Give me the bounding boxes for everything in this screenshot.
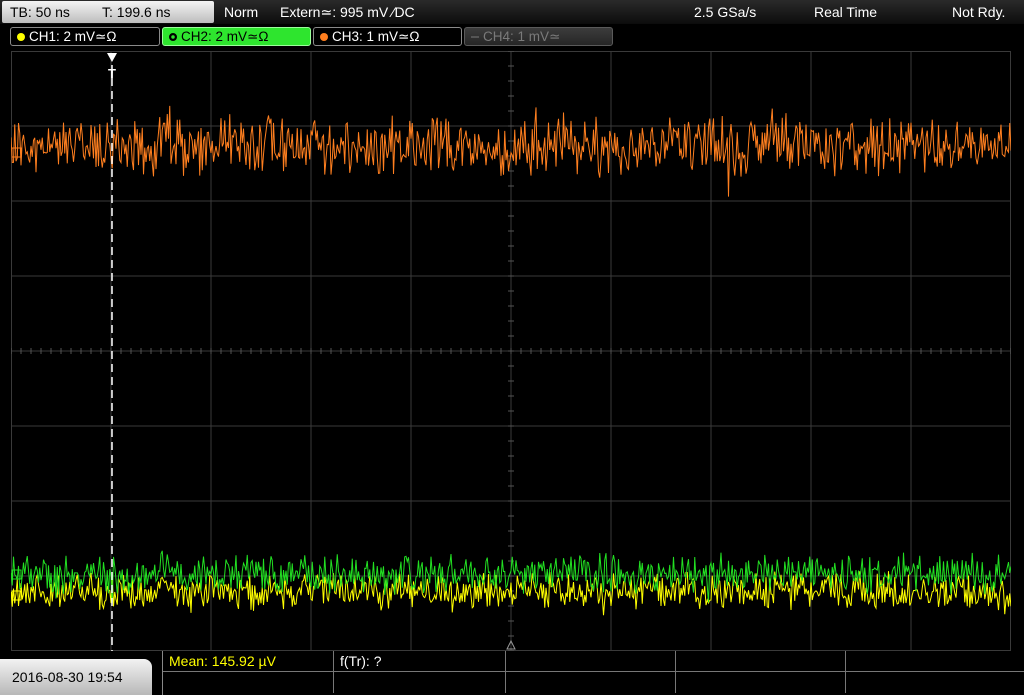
date-time[interactable]: 2016-08-30 19:54 <box>0 659 152 695</box>
measurement-cell-empty[interactable] <box>676 672 846 693</box>
measurement-cell-empty[interactable] <box>163 672 334 693</box>
sample-rate[interactable]: 2.5 GSa/s <box>694 0 756 24</box>
waveform-canvas[interactable]: T <box>11 51 1011 651</box>
measurement-mean[interactable]: Mean: 145.92 µV <box>163 651 334 672</box>
ch3-label: CH3: 1 mV≃Ω <box>332 29 420 44</box>
timebase-label: TB: 50 ns <box>10 4 70 20</box>
measurement-cell-empty[interactable] <box>846 651 1024 672</box>
timebase-box[interactable]: TB: 50 ns T: 199.6 ns <box>2 1 214 23</box>
measurement-cell-empty[interactable] <box>506 672 676 693</box>
measurement-cell-empty[interactable] <box>846 672 1024 693</box>
trigger-source[interactable]: Extern≃: 995 mV ∕DC <box>280 0 415 24</box>
channel-tab-ch2[interactable]: CH2: 2 mV≃Ω <box>162 27 311 46</box>
channel-tab-ch1[interactable]: CH1: 2 mV≃Ω <box>10 27 160 46</box>
trigger-time-label: T: 199.6 ns <box>102 4 171 20</box>
trigger-arrow-icon[interactable] <box>107 53 117 62</box>
status-bar: TB: 50 ns T: 199.6 ns Norm Extern≃: 995 … <box>0 0 1024 24</box>
measurement-cell-empty[interactable] <box>334 672 506 693</box>
ch3-color-dot-icon <box>320 33 328 41</box>
channel-tab-ch3[interactable]: CH3: 1 mV≃Ω <box>313 27 462 46</box>
ch1-color-dot-icon <box>17 33 25 41</box>
channel-tab-ch4[interactable]: CH4: 1 mV≃ <box>464 27 613 46</box>
ch2-color-dot-icon <box>169 33 177 41</box>
ch4-label: CH4: 1 mV≃ <box>483 29 561 44</box>
waveform-display[interactable]: T <box>11 51 1011 651</box>
acquisition-status: Not Rdy. <box>952 4 1006 20</box>
bottom-bar: 2016-08-30 19:54 Mean: 145.92 µV f(Tr): … <box>0 651 1024 695</box>
trigger-marker-label: T <box>108 66 116 81</box>
ch1-label: CH1: 2 mV≃Ω <box>29 29 117 44</box>
ch4-color-dot-icon <box>471 36 479 38</box>
measurement-table: Mean: 145.92 µV f(Tr): ? <box>162 651 1024 695</box>
trigger-mode[interactable]: Norm <box>224 0 258 24</box>
measurement-cell-empty[interactable] <box>676 651 846 672</box>
ch2-label: CH2: 2 mV≃Ω <box>181 29 269 44</box>
measurement-frequency[interactable]: f(Tr): ? <box>334 651 506 672</box>
acquisition-mode[interactable]: Real Time <box>814 0 877 24</box>
measurement-cell-empty[interactable] <box>506 651 676 672</box>
